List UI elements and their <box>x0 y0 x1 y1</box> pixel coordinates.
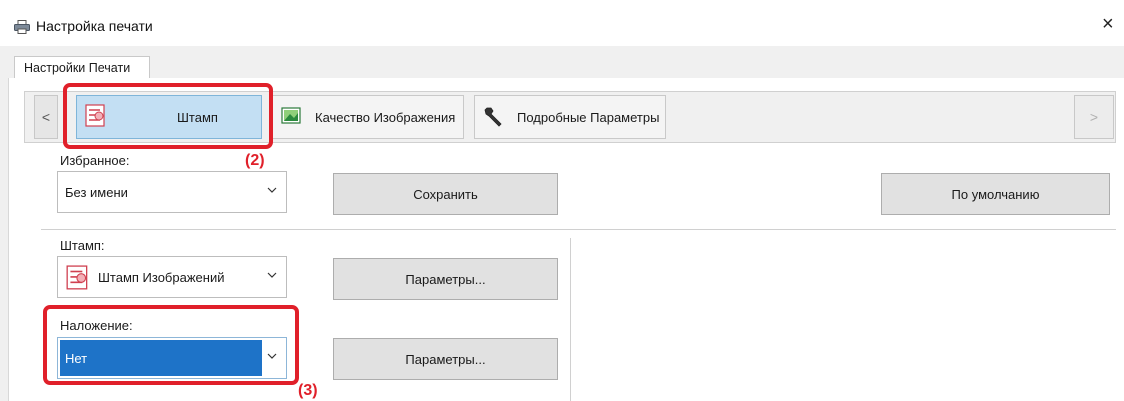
stamp-icon <box>66 265 90 291</box>
title-bar <box>0 0 1124 46</box>
wrench-icon <box>483 104 505 128</box>
overlay-params-button[interactable]: Параметры... <box>333 338 558 380</box>
stamp-label: Штамп: <box>60 238 105 253</box>
default-button[interactable]: По умолчанию <box>881 173 1110 215</box>
favorites-label: Избранное: <box>60 153 130 168</box>
tab-print-settings[interactable]: Настройки Печати <box>14 56 150 79</box>
callout-step2: (2) <box>245 152 265 169</box>
highlight-frame-step3 <box>43 305 299 385</box>
favorites-dropdown[interactable]: Без имени <box>57 171 287 213</box>
save-button[interactable]: Сохранить <box>333 173 558 215</box>
favorites-value: Без имени <box>65 185 128 200</box>
column-divider <box>570 238 571 401</box>
stamp-params-button[interactable]: Параметры... <box>333 258 558 300</box>
close-icon[interactable]: × <box>1102 14 1114 34</box>
ribbon-image-quality-label: Качество Изображения <box>315 110 456 125</box>
section-divider <box>41 229 1116 230</box>
ribbon-image-quality-button[interactable]: Качество Изображения <box>272 95 464 139</box>
stamp-dropdown[interactable]: Штамп Изображений <box>57 256 287 298</box>
chevron-down-icon <box>266 269 278 281</box>
window-title: Настройка печати <box>36 18 153 34</box>
ribbon-detailed-params-label: Подробные Параметры <box>517 110 660 125</box>
ribbon-prev-button[interactable]: < <box>34 95 58 139</box>
ribbon-next-button[interactable]: > <box>1074 95 1114 139</box>
chevron-down-icon <box>266 184 278 196</box>
image-quality-icon <box>281 104 303 128</box>
highlight-frame-step2 <box>63 83 273 149</box>
printer-icon <box>14 20 30 34</box>
stamp-value: Штамп Изображений <box>98 270 225 285</box>
ribbon-detailed-params-button[interactable]: Подробные Параметры <box>474 95 666 139</box>
callout-step3: (3) <box>298 382 318 399</box>
